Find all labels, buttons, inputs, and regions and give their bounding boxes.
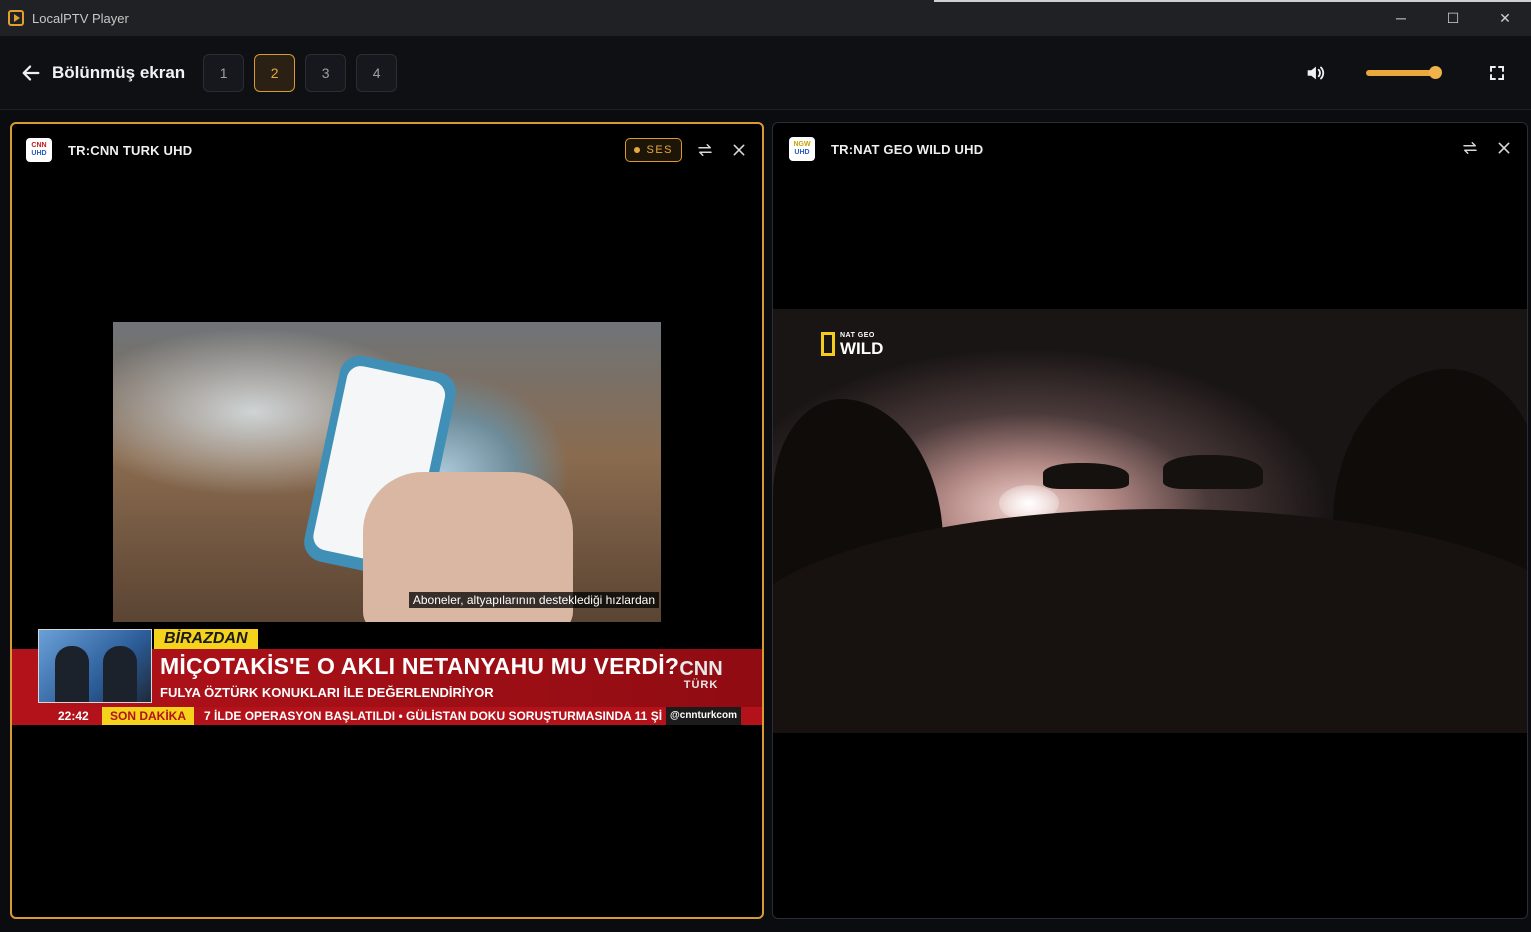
channel-watermark: NAT GEO WILD — [821, 331, 883, 357]
window-controls: ─ ☐ ✕ — [1375, 0, 1531, 36]
pane-actions: SES — [625, 138, 750, 162]
fullscreen-button[interactable] — [1488, 64, 1506, 82]
close-window-button[interactable]: ✕ — [1479, 0, 1531, 36]
news-lower-third: BİRAZDAN MİÇOTAKİS'E O AKLI NETANYAHU MU… — [12, 629, 762, 725]
news-brand-top: CNN — [679, 658, 723, 680]
video-wolf-2 — [1163, 455, 1263, 489]
pane-header: NGW UHD TR:NAT GEO WILD UHD — [773, 123, 1527, 175]
news-thumbnail — [38, 629, 152, 703]
news-brand-bottom: TÜRK — [683, 679, 719, 691]
news-brand-logo: CNN TÜRK — [676, 659, 726, 699]
layout-button-4[interactable]: 4 — [356, 53, 398, 92]
watermark-big: WILD — [840, 339, 884, 358]
watermark-text: NAT GEO WILD — [840, 331, 883, 357]
news-subheadline: FULYA ÖZTÜRK KONUKLARI İLE DEĞERLENDİRİY… — [160, 685, 494, 700]
maximize-button[interactable]: ☐ — [1427, 0, 1479, 36]
swap-channel-button[interactable] — [694, 139, 716, 161]
channel-logo-text: NGW — [793, 141, 811, 148]
layout-selector: 1 2 3 4 — [203, 53, 398, 92]
news-headline: MİÇOTAKİS'E O AKLI NETANYAHU MU VERDİ? — [160, 653, 680, 679]
arrow-left-icon — [22, 64, 40, 81]
page-title: Bölünmüş ekran — [52, 62, 186, 82]
channel-logo-sub: UHD — [794, 149, 810, 156]
volume-slider[interactable] — [1366, 66, 1444, 79]
volume-slider-track — [1366, 70, 1437, 76]
channel-logo-text: CNN — [31, 142, 47, 149]
news-thumbnail-person-1 — [55, 646, 89, 702]
news-program-tag: BİRAZDAN — [154, 629, 258, 649]
audio-badge-label: SES — [646, 144, 673, 156]
channel-name: TR:NAT GEO WILD UHD — [831, 141, 984, 157]
video-subtitle: Aboneler, altyapılarının desteklediği hı… — [408, 592, 659, 608]
video-pane-2[interactable]: NGW UHD TR:NAT GEO WILD UHD NAT GEO WILD — [772, 122, 1528, 919]
channel-logo: NGW UHD — [789, 137, 815, 161]
ticker-handle: @cnnturkcom — [666, 707, 741, 725]
channel-logo-sub: UHD — [31, 150, 47, 157]
news-ticker: 22:42 SON DAKİKA 7 İLDE OPERASYON BAŞLAT… — [12, 707, 762, 725]
pane-header: CNN UHD TR:CNN TURK UHD SES — [12, 124, 762, 176]
ticker-time: 22:42 — [58, 709, 89, 723]
swap-channel-button[interactable] — [1459, 137, 1481, 159]
close-pane-button[interactable] — [728, 139, 750, 161]
video-wolf-1 — [1043, 463, 1129, 489]
swap-icon — [698, 144, 712, 156]
audio-dot-icon — [634, 147, 641, 153]
layout-button-2[interactable]: 2 — [254, 53, 296, 92]
app-title: LocalPTV Player — [32, 10, 129, 26]
swap-icon — [1463, 142, 1477, 154]
app-icon — [8, 10, 24, 26]
audio-active-badge[interactable]: SES — [625, 138, 682, 162]
pane-actions — [1459, 137, 1515, 159]
fullscreen-icon — [1490, 66, 1504, 80]
close-icon — [1498, 142, 1510, 154]
layout-button-3[interactable]: 3 — [305, 53, 347, 92]
volume-button[interactable] — [1304, 62, 1326, 84]
ticker-text: 7 İLDE OPERASYON BAŞLATILDI • GÜLİSTAN D… — [204, 709, 663, 723]
video-frame: NAT GEO WILD — [773, 309, 1527, 733]
close-pane-button[interactable] — [1493, 137, 1515, 159]
layout-button-1[interactable]: 1 — [203, 53, 245, 92]
channel-logo: CNN UHD — [26, 138, 52, 162]
nat-geo-frame-icon — [821, 332, 835, 356]
toolbar: Bölünmüş ekran 1 2 3 4 — [0, 36, 1531, 110]
close-icon — [733, 144, 745, 156]
volume-icon — [1307, 66, 1325, 80]
channel-name: TR:CNN TURK UHD — [68, 142, 193, 158]
ticker-tag: SON DAKİKA — [102, 707, 195, 725]
minimize-button[interactable]: ─ — [1375, 0, 1427, 36]
news-thumbnail-person-2 — [103, 646, 137, 702]
video-frame: Aboneler, altyapılarının desteklediği hı… — [113, 322, 661, 622]
back-button[interactable] — [18, 60, 44, 86]
title-bar: LocalPTV Player ─ ☐ ✕ — [0, 0, 1531, 36]
video-pane-1[interactable]: CNN UHD TR:CNN TURK UHD SES Aboneler, al… — [10, 122, 764, 919]
volume-slider-thumb[interactable] — [1429, 66, 1443, 79]
video-hill — [773, 509, 1527, 733]
